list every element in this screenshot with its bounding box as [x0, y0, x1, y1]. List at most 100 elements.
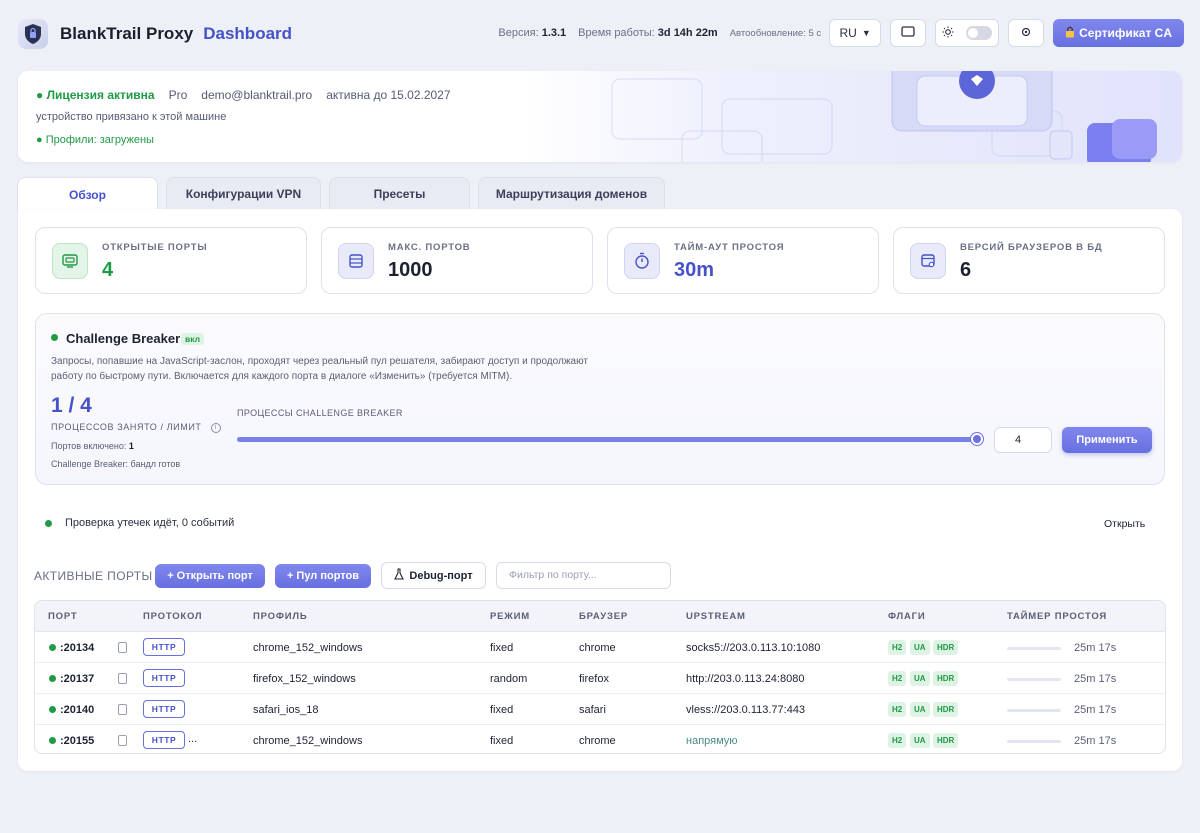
copy-icon[interactable]	[118, 704, 127, 715]
language-value: RU	[839, 26, 857, 40]
flag-badge: HDR	[933, 671, 959, 686]
ca-certificate-label: Сертификат CA	[1079, 26, 1172, 40]
overview-panel: ОТКРЫТЫЕ ПОРТЫ 4 МАКС. ПОРТОВ 1000 ТАЙМ-…	[18, 209, 1182, 771]
stat-idle-timeout: ТАЙМ-АУТ ПРОСТОЯ 30m	[607, 227, 879, 294]
port-number: :20137	[60, 673, 95, 685]
active-ports-title: АКТИВНЫЕ ПОРТЫ	[34, 569, 153, 583]
profile-cell: chrome_152_windows	[253, 735, 363, 747]
browser-cell: safari	[579, 704, 606, 716]
upstream-cell: http://203.0.113.24:8080	[686, 673, 805, 685]
profiles-status: ● Профили: загружены	[36, 134, 154, 146]
copy-icon[interactable]	[118, 673, 127, 684]
settings-button[interactable]	[1008, 19, 1045, 47]
tab-presets[interactable]: Пресеты	[329, 177, 470, 210]
debug-port-button[interactable]: Debug-порт	[381, 562, 486, 589]
theme-toggle[interactable]	[935, 19, 1000, 47]
copy-icon[interactable]	[118, 735, 127, 746]
sun-icon	[942, 26, 954, 41]
column-header[interactable]: ПОРТ	[48, 611, 77, 622]
column-header[interactable]: ФЛАГИ	[888, 611, 926, 622]
column-header[interactable]: ТАЙМЕР ПРОСТОЯ	[1007, 611, 1107, 622]
status-badge: вкл	[181, 333, 204, 345]
mode-cell: random	[490, 673, 528, 685]
flag-badge: UA	[910, 733, 930, 748]
column-header[interactable]: UPSTREAM	[686, 611, 746, 622]
upstream-cell: socks5://203.0.113.10:1080	[686, 642, 821, 654]
license-email: demo@blanktrail.pro	[201, 88, 313, 102]
idle-timer-bar	[1007, 740, 1061, 743]
copy-icon[interactable]	[118, 642, 127, 653]
protocol-badge: HTTP	[143, 731, 185, 749]
protocol-badge: HTTP	[143, 669, 185, 687]
port-number: :20134	[60, 642, 95, 654]
column-header[interactable]: РЕЖИМ	[490, 611, 530, 622]
ca-certificate-button[interactable]: Сертификат CA	[1053, 19, 1184, 47]
license-banner: ● Лицензия активна Pro demo@blanktrail.p…	[18, 71, 1182, 162]
browser-cell: chrome	[579, 642, 616, 654]
app-name: BlankTrail Proxy	[60, 24, 194, 43]
monitor-button[interactable]	[890, 19, 927, 47]
stat-label: ВЕРСИЙ БРАУЗЕРОВ В БД	[960, 242, 1103, 253]
status-dot	[51, 334, 58, 341]
port-filter-input[interactable]: Фильтр по порту...	[496, 562, 671, 589]
chevron-down-icon: ▼	[861, 28, 871, 38]
flag-badge: UA	[910, 671, 930, 686]
stat-open-ports: ОТКРЫТЫЕ ПОРТЫ 4	[35, 227, 307, 294]
flag-badge: H2	[888, 671, 907, 686]
stopwatch-icon	[624, 243, 660, 279]
challenge-breaker-title: Challenge Breaker	[66, 331, 181, 346]
table-row[interactable]: :20155 HTTP ... chrome_152_windows fixed…	[35, 725, 1165, 753]
protocol-badge: HTTP	[143, 638, 185, 656]
port-pool-button[interactable]: + Пул портов	[275, 564, 371, 588]
table-row[interactable]: :20137 HTTP firefox_152_windows random f…	[35, 663, 1165, 694]
info-icon[interactable]: i	[210, 422, 221, 433]
processes-count: 1 / 4	[51, 394, 92, 417]
idle-timer-text: 25m 17s	[1074, 673, 1117, 685]
theme-switch[interactable]	[966, 26, 993, 40]
column-header[interactable]: ПРОТОКОЛ	[143, 611, 202, 622]
mode-cell: fixed	[490, 704, 514, 716]
flag-badge: H2	[888, 702, 907, 717]
processes-input[interactable]: 4	[994, 427, 1052, 453]
column-header[interactable]: БРАУЗЕР	[579, 611, 628, 622]
flag-badge: UA	[910, 702, 930, 717]
ports-icon	[52, 243, 88, 279]
server-icon	[338, 243, 374, 279]
monitor-icon	[901, 25, 915, 41]
table-row[interactable]: :20140 HTTP safari_ios_18 fixed safari v…	[35, 694, 1165, 725]
mode-cell: fixed	[490, 735, 514, 747]
flag-badge: H2	[888, 733, 907, 748]
leak-status-dot	[45, 520, 52, 527]
table-row[interactable]: :20134 HTTP chrome_152_windows fixed chr…	[35, 632, 1165, 663]
debug-port-label: Debug-порт	[409, 569, 473, 582]
shield-lock-icon	[18, 19, 48, 49]
bundle-status: Challenge Breaker: бандл готов	[51, 459, 181, 469]
idle-timer-bar	[1007, 709, 1061, 712]
stat-label: МАКС. ПОРТОВ	[388, 242, 471, 253]
open-port-button[interactable]: + Открыть порт	[155, 564, 265, 588]
slider-handle[interactable]	[971, 433, 983, 445]
app-section-title: Dashboard	[203, 24, 293, 43]
stat-value: 30m	[674, 259, 715, 281]
ports-enabled: Портов включено: 1	[51, 441, 134, 451]
processes-slider[interactable]	[237, 437, 977, 442]
port-status-dot	[49, 706, 56, 713]
license-plan: Pro	[168, 88, 188, 102]
banner-illustration	[522, 71, 1182, 162]
idle-timer-text: 25m 17s	[1074, 704, 1117, 716]
flag-badge: HDR	[933, 733, 959, 748]
stat-label: ТАЙМ-АУТ ПРОСТОЯ	[674, 242, 785, 253]
tab-overview[interactable]: Обзор	[17, 177, 158, 211]
tab-domain-routing[interactable]: Маршрутизация доменов	[478, 177, 665, 210]
profile-cell: chrome_152_windows	[253, 642, 363, 654]
tab-vpn-configs[interactable]: Конфигурации VPN	[166, 177, 321, 210]
flask-icon	[394, 568, 405, 583]
browser-cell: firefox	[579, 673, 609, 685]
column-header[interactable]: ПРОФИЛЬ	[253, 611, 307, 622]
flag-badge: H2	[888, 640, 907, 655]
language-select[interactable]: RU ▼	[829, 19, 882, 47]
leak-open-link[interactable]: Открыть	[1104, 518, 1145, 530]
apply-button[interactable]: Применить	[1062, 427, 1152, 453]
challenge-breaker-card: Challenge Breaker вкл Запросы, попавшие …	[35, 313, 1165, 485]
stat-browser-versions: ВЕРСИЙ БРАУЗЕРОВ В БД 6	[893, 227, 1165, 294]
